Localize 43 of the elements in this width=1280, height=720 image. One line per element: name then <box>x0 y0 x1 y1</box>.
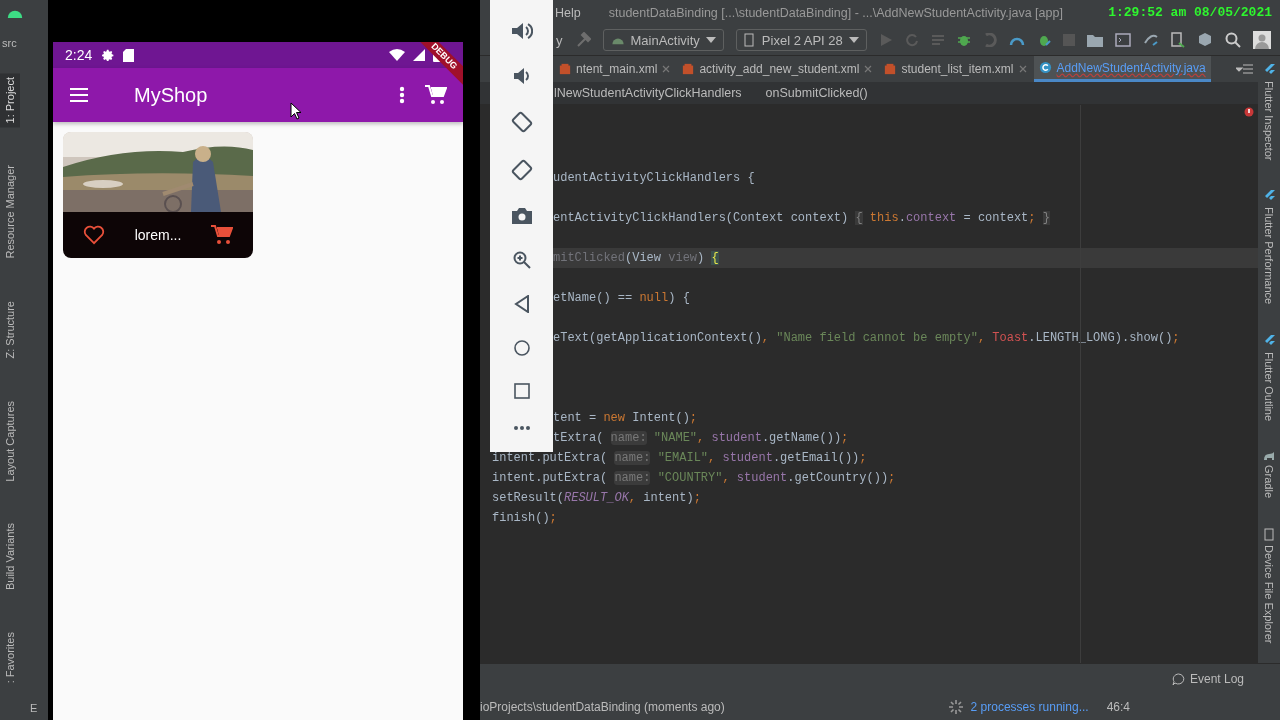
breadcrumb[interactable]: lNewStudentActivityClickHandlers <box>554 86 742 100</box>
processes-link[interactable]: 2 processes running... <box>970 700 1089 714</box>
tool-window-tab[interactable]: Build Variants <box>0 519 20 595</box>
tool-window-tab[interactable]: : Favorites <box>0 628 20 688</box>
tool-window-tab[interactable]: Device File Explorer <box>1258 525 1280 646</box>
tool-window-tab[interactable]: E <box>30 702 38 714</box>
editor-tab[interactable]: ntent_main.xml <box>554 56 676 82</box>
code-line: finish(); <box>492 510 558 527</box>
caret-position[interactable]: 46:4 <box>1106 700 1130 714</box>
code-line: tent = new Intent(); <box>553 410 699 427</box>
path-label[interactable]: src <box>2 37 17 49</box>
tool-window-tab[interactable]: 1: Project <box>0 73 20 128</box>
tool-window-tab[interactable]: Flutter Performance <box>1258 188 1280 307</box>
status-time: 2:24 <box>65 47 93 63</box>
toolbar-fragment: y <box>556 32 563 48</box>
editor-tab[interactable]: AddNewStudentActivity.java <box>1033 56 1211 82</box>
menu-item[interactable]: Help <box>555 5 581 20</box>
editor-tab[interactable]: student_list_item.xml <box>879 56 1032 82</box>
tool-window-tab[interactable]: Flutter Outline <box>1258 332 1280 423</box>
code-line: udentActivityClickHandlers { <box>553 170 756 187</box>
clock-overlay: 1:29:52 am 08/05/2021 <box>1108 5 1272 20</box>
code-line: etName() == null) { <box>553 290 691 307</box>
code-line: intent.putExtra( name: "COUNTRY", student.getCountry()); <box>492 470 897 487</box>
event-log-button[interactable]: Event Log <box>1165 671 1250 687</box>
device-dropdown[interactable]: Pixel 2 API 28 <box>735 29 867 51</box>
tool-window-tab[interactable]: Gradle <box>1258 448 1280 500</box>
tool-window-tab[interactable]: Z: Structure <box>0 297 20 363</box>
editor-tab[interactable]: activity_add_new_student.xml <box>677 56 878 82</box>
code-line: intent.putExtra( name: "EMAIL", student.getEmail()); <box>492 450 868 467</box>
tool-window-tab[interactable]: Flutter Inspector <box>1258 62 1280 163</box>
code-line: entActivityClickHandlers(Context context) { this.context = context; } <box>553 210 1051 227</box>
code-line: tExtra( name: "NAME", student.getName()); <box>553 430 850 447</box>
product-title: lorem... <box>134 227 182 243</box>
code-line: setResult(RESULT_OK, intent); <box>492 490 702 507</box>
status-message: ioProjects\studentDataBinding (moments ago) <box>480 700 725 714</box>
product-card[interactable]: lorem... <box>63 132 253 258</box>
tool-window-tab[interactable]: Layout Captures <box>0 396 20 486</box>
app-title: MyShop <box>134 83 208 107</box>
tool-window-tab[interactable]: Resource Manager <box>0 161 20 264</box>
breadcrumb[interactable]: onSubmitClicked() <box>765 86 868 100</box>
run-config-dropdown[interactable]: MainActivity <box>602 29 724 51</box>
window-title: studentDataBinding [...\studentDataBinding] - ...\AddNewStudentActivity.java [app] <box>608 5 1063 20</box>
code-line: eText(getApplicationContext(), "Name field cannot be empty", Toast.LENGTH_LONG).show(); <box>553 330 1181 347</box>
